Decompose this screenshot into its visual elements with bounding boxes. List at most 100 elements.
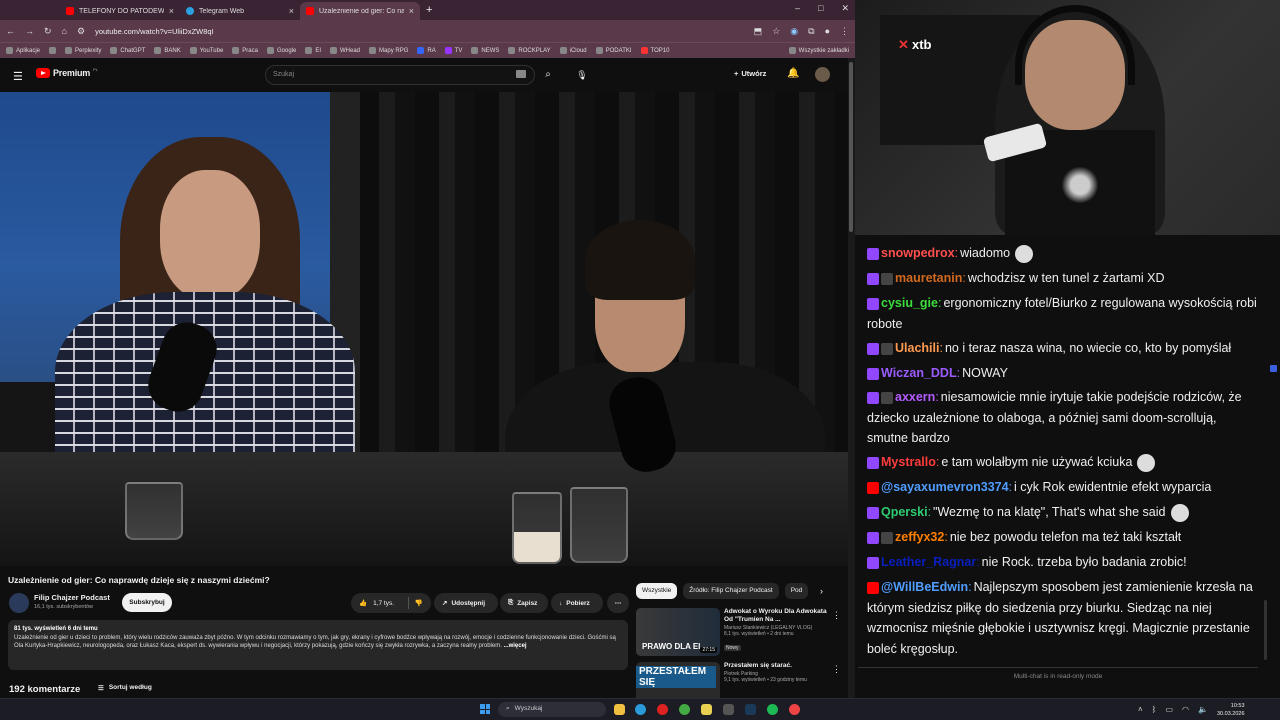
bookmark-item[interactable] — [49, 47, 57, 54]
volume-icon[interactable]: 🔈 — [1198, 705, 1208, 714]
chip-all[interactable]: Wszystkie — [636, 583, 678, 599]
chat-scrollbar[interactable] — [1263, 240, 1269, 660]
new-tab-button[interactable]: + — [426, 4, 432, 16]
bookmark-item[interactable]: ChatGPT — [110, 47, 145, 54]
maximize-icon[interactable]: □ — [818, 3, 823, 14]
spotify-icon[interactable] — [767, 704, 778, 715]
network-icon[interactable]: ▭ — [1165, 705, 1173, 714]
bookmark-star-icon[interactable]: ☆ — [772, 26, 780, 37]
chat-username[interactable]: Wiczan_DDL — [881, 366, 957, 380]
scroll-thumb[interactable] — [1264, 600, 1267, 660]
keyboard-icon[interactable] — [516, 70, 526, 78]
bookmark-item[interactable]: BANK — [154, 47, 181, 54]
close-icon[interactable]: × — [169, 6, 174, 16]
more-vert-icon[interactable]: ⋮ — [832, 610, 841, 621]
wifi-icon[interactable]: ◠ — [1182, 705, 1189, 714]
forward-icon[interactable]: → — [25, 26, 34, 36]
tab-telegram[interactable]: Telegram Web × — [180, 2, 300, 20]
more-vert-icon[interactable]: ⋮ — [832, 664, 841, 675]
show-more-link[interactable]: ...więcej — [504, 643, 527, 649]
download-icon[interactable] — [723, 704, 734, 715]
chevron-right-icon[interactable]: › — [820, 586, 823, 596]
more-actions-button[interactable]: ⋯ — [607, 593, 629, 613]
chrome-icon[interactable] — [679, 704, 690, 715]
bookmark-item[interactable]: NEWS — [471, 47, 499, 54]
extensions-icon[interactable]: ⧉ — [808, 26, 814, 37]
notes-icon[interactable] — [701, 704, 712, 715]
reload-icon[interactable]: ↻ — [44, 26, 52, 37]
chat-username[interactable]: axxern — [895, 390, 935, 404]
avatar[interactable] — [815, 67, 830, 82]
bookmark-item[interactable]: Perplexity — [65, 47, 101, 54]
chat-username[interactable]: mauretanin — [895, 271, 962, 285]
chat-username[interactable]: Mystrallo — [881, 455, 936, 469]
windows-start-icon[interactable] — [480, 704, 490, 714]
chrome-active-icon[interactable] — [789, 704, 800, 715]
menu-icon[interactable]: ⋮ — [840, 26, 849, 37]
taskbar-search[interactable]: ⌕ Wyszukaj — [498, 702, 606, 717]
search-input[interactable]: Szukaj — [265, 65, 535, 85]
scroll-thumb[interactable] — [849, 62, 853, 232]
home-icon[interactable]: ⌂ — [62, 26, 67, 36]
minimize-icon[interactable]: – — [795, 3, 800, 14]
notifications-bell-icon[interactable]: 🔔 — [787, 68, 799, 79]
youtube-logo[interactable]: Premium PL — [36, 67, 98, 78]
site-info-icon[interactable]: ⚙ — [77, 26, 85, 37]
dislike-icon[interactable]: 👎 — [415, 599, 423, 607]
url-input[interactable]: youtube.com/watch?v=UliiDxZW8qI — [95, 27, 744, 36]
close-icon[interactable]: × — [409, 6, 414, 16]
video-thumbnail[interactable]: PRZESTAŁEM SIĘ — [636, 662, 720, 698]
bookmark-item[interactable]: Aplikacje — [6, 47, 40, 54]
chat-username[interactable]: cysiu_gie — [881, 296, 938, 310]
edge-icon[interactable] — [635, 704, 646, 715]
bookmark-item[interactable]: Google — [266, 47, 296, 54]
close-icon[interactable]: × — [289, 6, 294, 16]
create-button[interactable]: + Utwórz — [734, 69, 766, 78]
video-player[interactable] — [0, 92, 848, 566]
menu-hamburger-icon[interactable]: ☰ — [13, 70, 23, 83]
save-button[interactable]: ⎘ Zapisz — [500, 593, 548, 613]
explorer-icon[interactable] — [614, 704, 625, 715]
bookmark-item[interactable]: RA — [417, 47, 436, 54]
bookmark-item[interactable]: iCloud — [559, 47, 587, 54]
sort-button[interactable]: ☰ Sortuj według — [98, 684, 152, 692]
all-bookmarks[interactable]: Wszystkie zakładki — [788, 47, 849, 54]
profile-icon[interactable]: ● — [825, 26, 830, 36]
video-thumbnail[interactable]: PRAWO DLA EI 27:15 — [636, 608, 720, 656]
bluetooth-icon[interactable]: ᛒ — [1152, 705, 1157, 714]
clock[interactable]: 10:53 30.03.2026 — [1217, 702, 1245, 718]
chip-related[interactable]: Pod — [784, 583, 809, 599]
chat-username[interactable]: snowpedrox — [881, 246, 955, 260]
back-icon[interactable]: ← — [6, 26, 15, 36]
chevron-up-icon[interactable]: ˄ — [1138, 705, 1143, 714]
mic-icon[interactable]: 🎙 — [573, 65, 591, 85]
recommendation-title[interactable]: Adwokat o Wyroku Dla Adwokata Od "Trumie… — [724, 608, 834, 624]
bookmark-item[interactable]: PODATKI — [595, 47, 632, 54]
video-description[interactable]: 81 tys. wyświetleń 6 dni temu Uzależnien… — [8, 620, 628, 670]
recommendation-item[interactable]: PRAWO DLA EI 27:15 Adwokat o Wyroku Dla … — [636, 608, 841, 658]
like-count[interactable]: 1,7 tys. — [373, 600, 394, 607]
chat-messages[interactable]: snowpedrox: wiadomo mauretanin: wchodzisz w… — [858, 237, 1258, 667]
chip-source[interactable]: Źródło: Filip Chajzer Podcast — [683, 583, 779, 599]
chat-username[interactable]: @WillBeEdwin — [881, 580, 968, 594]
subscribe-button[interactable]: Subskrybuj — [122, 593, 172, 612]
bookmark-item[interactable]: EI — [305, 47, 321, 54]
recommendation-title[interactable]: Przestałem się starać. — [724, 662, 834, 670]
bookmark-item[interactable]: ROCKPLAY — [508, 47, 551, 54]
chat-username[interactable]: Qperski — [881, 505, 928, 519]
like-icon[interactable]: 👍 — [359, 599, 367, 607]
close-window-icon[interactable]: ✕ — [841, 3, 849, 14]
download-button[interactable]: ↓ Pobierz — [551, 593, 603, 613]
bookmark-item[interactable]: WHead — [330, 47, 360, 54]
extension-icon[interactable]: ◉ — [790, 26, 798, 37]
channel-avatar[interactable] — [9, 593, 29, 613]
recommendation-item[interactable]: PRZESTAŁEM SIĘ Przestałem się starać. Pi… — [636, 662, 841, 698]
chat-username[interactable]: Ulachili — [895, 341, 939, 355]
bookmark-item[interactable]: TOP10 — [640, 47, 669, 54]
bookmark-item[interactable]: Praca — [232, 47, 258, 54]
bookmark-item[interactable]: YouTube — [189, 47, 223, 54]
steam-icon[interactable] — [745, 704, 756, 715]
chat-username[interactable]: zeffyx32 — [895, 530, 944, 544]
bookmark-item[interactable]: Mapy RPG — [369, 47, 408, 54]
page-scrollbar[interactable] — [848, 58, 855, 698]
